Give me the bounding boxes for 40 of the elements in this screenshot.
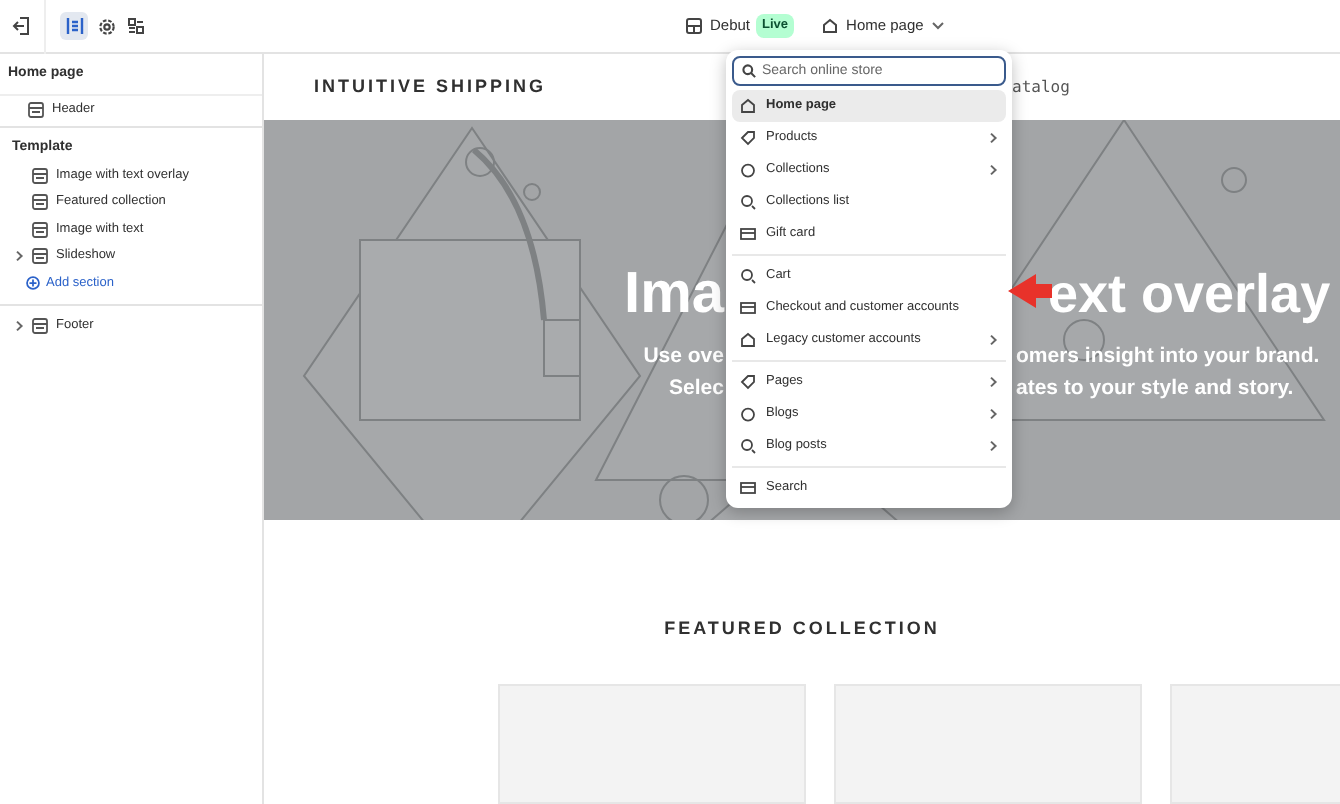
section-icon (32, 248, 48, 265)
item-icon (740, 300, 756, 316)
chevron-icon (988, 408, 998, 420)
sections-tab[interactable] (60, 12, 88, 40)
home-icon (822, 17, 839, 34)
callout-arrow (1008, 274, 1052, 308)
section-icon (32, 167, 48, 184)
item-icon (740, 268, 756, 284)
store-name: INTUITIVE SHIPPING (314, 73, 547, 100)
item-icon (740, 226, 756, 242)
section-icon (32, 221, 48, 238)
item-icon (740, 438, 756, 454)
section-icon (32, 194, 48, 211)
section-title: FEATURED COLLECTION (664, 615, 940, 641)
search-icon (742, 64, 756, 78)
hero-title: Ima (624, 265, 724, 324)
chevron-icon (988, 440, 998, 452)
hero-text: Use ove (643, 341, 724, 372)
apps-icon[interactable] (128, 18, 144, 34)
hero-text: Selec (669, 373, 724, 404)
settings-icon[interactable] (98, 17, 116, 35)
item-icon (740, 194, 756, 210)
hero-text: omers insight into your brand. (1016, 341, 1320, 372)
nav-link[interactable]: atalog (1012, 76, 1070, 100)
section-icon (32, 317, 48, 333)
section-icon (28, 102, 44, 118)
add-icon (26, 276, 40, 290)
hero-text: ates to your style and story. (1016, 373, 1294, 404)
chevron-icon (988, 164, 998, 176)
chevron-icon (988, 132, 998, 144)
chevron-icon (988, 334, 998, 346)
item-icon (740, 480, 756, 496)
chevron-icon[interactable] (14, 319, 24, 331)
hero-title: ext overlay (1048, 267, 1331, 322)
exit-icon[interactable] (11, 16, 31, 36)
chevron-icon (988, 376, 998, 388)
chevron-icon[interactable] (14, 250, 24, 263)
caret-icon (931, 21, 944, 30)
item-icon (740, 332, 756, 348)
theme-icon (686, 17, 702, 34)
